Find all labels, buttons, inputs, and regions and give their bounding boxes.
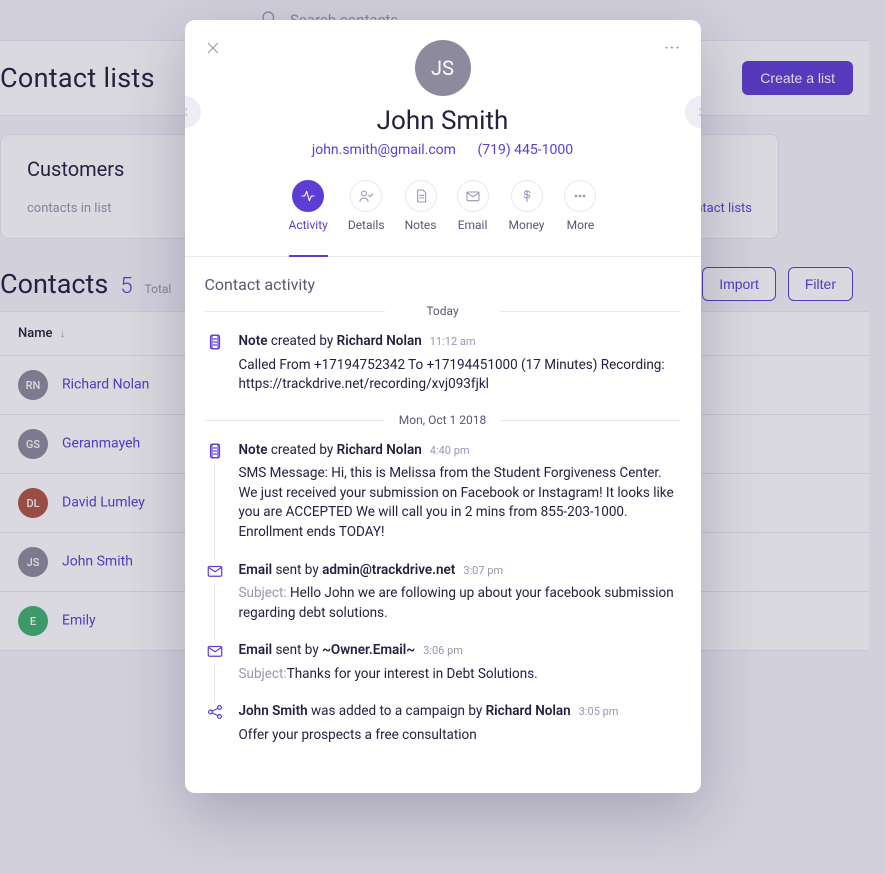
day-separator-today: Today	[205, 304, 681, 318]
tab-more[interactable]: More	[564, 180, 596, 242]
activity-time: 3:05 pm	[579, 705, 619, 718]
contact-phone[interactable]: (719) 445-1000	[477, 142, 573, 158]
mail-icon	[205, 641, 225, 661]
activity-icon	[292, 180, 324, 212]
activity-time: 4:40 pm	[430, 444, 470, 457]
activity-time: 3:06 pm	[423, 644, 463, 657]
money-icon	[511, 180, 543, 212]
activity-item[interactable]: Note created by Richard Nolan11:12 amCal…	[205, 332, 681, 395]
tab-notes[interactable]: Notes	[405, 180, 437, 242]
details-icon	[350, 180, 382, 212]
next-contact-button[interactable]	[685, 96, 701, 128]
more-options-icon[interactable]: ···	[663, 38, 683, 58]
more-icon	[564, 180, 596, 212]
note-icon	[205, 441, 225, 461]
contact-avatar: JS	[415, 40, 471, 96]
tab-money[interactable]: Money	[509, 180, 545, 242]
day-separator-oct1: Mon, Oct 1 2018	[205, 413, 681, 427]
prev-contact-button[interactable]	[185, 96, 201, 128]
activity-item[interactable]: Email sent by ~Owner.Email~3:06 pmSubjec…	[205, 641, 681, 684]
activity-section-title: Contact activity	[205, 275, 681, 294]
activity-item[interactable]: Note created by Richard Nolan4:40 pmSMS …	[205, 441, 681, 543]
notes-icon	[405, 180, 437, 212]
tab-email[interactable]: Email	[457, 180, 489, 242]
tab-activity[interactable]: Activity	[289, 180, 328, 242]
mail-icon	[205, 561, 225, 581]
close-icon[interactable]	[203, 38, 223, 58]
contact-detail-modal: ··· JS John Smith john.smith@gmail.com (…	[185, 20, 701, 793]
tab-details[interactable]: Details	[348, 180, 385, 242]
activity-time: 3:07 pm	[463, 564, 503, 577]
activity-item[interactable]: Email sent by admin@trackdrive.net3:07 p…	[205, 561, 681, 624]
note-icon	[205, 332, 225, 352]
activity-time: 11:12 am	[430, 335, 476, 348]
activity-item[interactable]: John Smith was added to a campaign by Ri…	[205, 702, 681, 745]
contact-email[interactable]: john.smith@gmail.com	[312, 142, 456, 158]
contact-name: John Smith	[209, 106, 677, 136]
email-icon	[457, 180, 489, 212]
campaign-icon	[205, 702, 225, 722]
